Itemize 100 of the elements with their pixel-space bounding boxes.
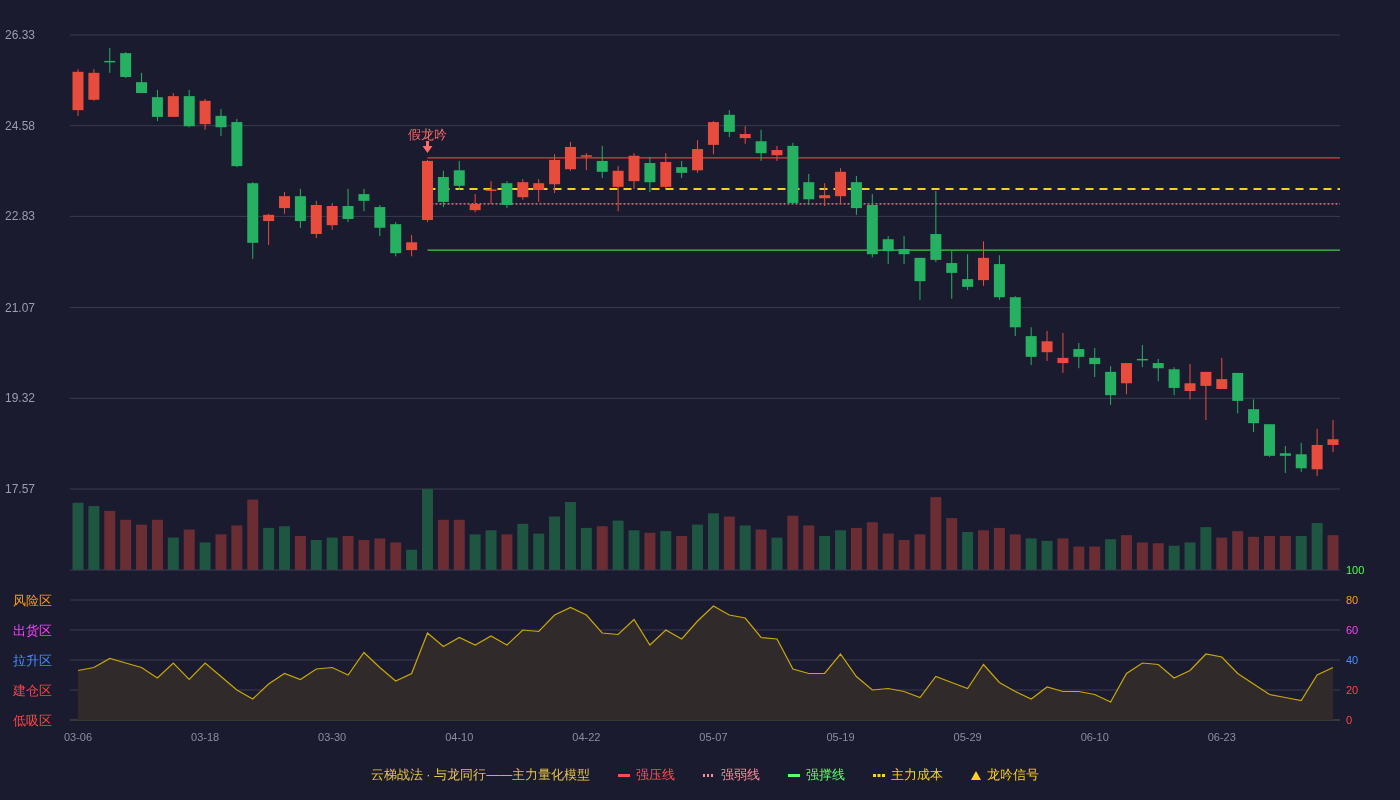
axis-label: 20 (1346, 684, 1359, 696)
legend-label: 强压线 (636, 766, 676, 784)
candlestick (1105, 365, 1117, 406)
candlestick (279, 191, 290, 215)
candlestick (787, 142, 799, 205)
candlestick (835, 167, 847, 205)
candlestick (151, 89, 163, 122)
candlestick (104, 47, 116, 74)
candlestick (739, 125, 751, 145)
candlestick (993, 254, 1005, 301)
candlestick (1136, 344, 1148, 368)
axis-label: 21.07 (5, 300, 36, 315)
candlestick (533, 178, 545, 203)
down-arrow-icon (422, 140, 433, 153)
candlestick (263, 213, 275, 246)
candlestick (707, 120, 719, 155)
axis-label: 03-18 (191, 731, 220, 743)
candlestick (898, 235, 910, 265)
candlestick (485, 180, 497, 205)
candlestick (946, 249, 958, 300)
candlestick (564, 141, 576, 172)
candlestick (1041, 330, 1053, 362)
candlestick (1025, 326, 1037, 366)
candlestick (628, 152, 640, 190)
candlestick (866, 193, 878, 258)
candlestick (517, 178, 529, 201)
candlestick (437, 170, 449, 208)
axis-label: 03-30 (318, 731, 347, 743)
candlestick (136, 72, 148, 94)
legend-title: 云梯战法 · 与龙同行——主力量化模型 (370, 766, 591, 784)
candlestick (1089, 347, 1101, 378)
axis-label: 04-22 (572, 731, 601, 743)
candlestick (978, 240, 989, 287)
axis-label: 40 (1346, 654, 1359, 666)
signal-label: 假龙吟 (408, 126, 447, 142)
candlestick (914, 257, 926, 301)
candlestick (755, 129, 767, 162)
candlestick (1216, 357, 1228, 390)
candlestick (88, 68, 100, 102)
candlestick (1121, 362, 1132, 395)
candlestick (1168, 366, 1180, 396)
zone-label: 低吸区 (13, 713, 52, 728)
candlestick (850, 175, 862, 216)
zone-label: 出货区 (13, 623, 52, 638)
candlestick (358, 188, 370, 212)
candlestick (1295, 442, 1307, 473)
candlestick (310, 200, 322, 239)
candlestick (612, 165, 624, 212)
candlestick (1327, 419, 1339, 453)
candlestick (1057, 332, 1069, 374)
candlestick (1279, 445, 1291, 474)
candlestick (422, 159, 433, 223)
candlestick (1263, 423, 1275, 458)
axis-label: 60 (1346, 624, 1359, 636)
axis-label: 100 (1346, 564, 1365, 576)
axis-label: 05-19 (826, 731, 855, 743)
candlestick (501, 180, 513, 209)
candlestick (676, 160, 688, 179)
legend-label: 龙吟信号 (987, 766, 1040, 784)
candlestick (962, 253, 974, 291)
axis-label: 22.83 (5, 209, 36, 224)
candlestick (390, 221, 402, 257)
axis-label: 80 (1346, 594, 1359, 606)
candlestick (1009, 295, 1021, 337)
candlestick (374, 204, 386, 237)
axis-label: 05-07 (699, 731, 728, 743)
candlestick (167, 92, 179, 118)
axis-label: 0 (1346, 714, 1353, 726)
candlestick (1248, 398, 1260, 433)
candlestick (231, 118, 243, 168)
candlestick (1232, 372, 1244, 414)
candlestick (771, 145, 783, 162)
candlestick (660, 152, 672, 189)
zone-label: 建仓区 (13, 683, 52, 698)
candlestick (644, 156, 656, 193)
axis-label: 26.33 (5, 28, 36, 42)
candlestick (1200, 371, 1212, 421)
candlestick (723, 109, 735, 138)
candlestick (215, 108, 227, 137)
candlestick (72, 68, 84, 117)
zone-label: 风险区 (13, 593, 52, 608)
candlestick (183, 89, 195, 128)
axis-label: 03-06 (63, 731, 93, 743)
candlestick (596, 145, 608, 179)
axis-label: 05-29 (953, 731, 982, 743)
candlestick (882, 235, 894, 265)
candlestick (580, 152, 592, 171)
axis-label: 04-10 (445, 731, 474, 743)
candlestick (342, 188, 354, 223)
axis-label: 24.58 (5, 118, 36, 133)
candlestick (453, 160, 465, 191)
candlestick (326, 202, 338, 231)
candlestick (549, 153, 561, 194)
axis-label: 19.32 (5, 391, 36, 406)
candlestick (803, 173, 815, 206)
candlestick (120, 51, 132, 79)
candlestick (294, 188, 306, 229)
candlestick (692, 139, 704, 174)
candlestick (1152, 358, 1164, 382)
candlestick (1073, 342, 1085, 369)
